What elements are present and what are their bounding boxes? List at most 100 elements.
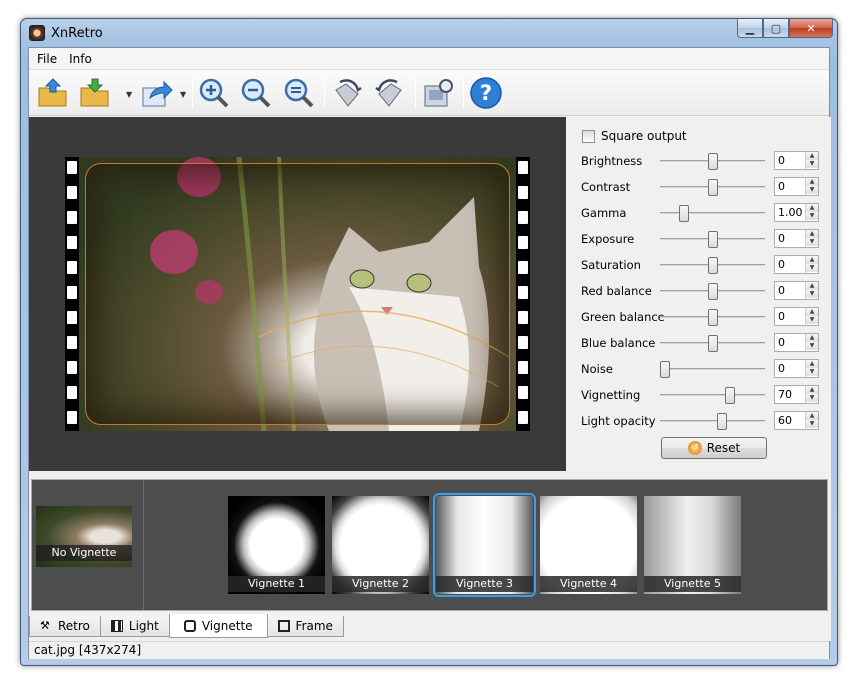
spin-down-icon[interactable]: ▼ bbox=[806, 342, 818, 350]
image-preview[interactable] bbox=[29, 117, 566, 471]
help-button[interactable]: ? bbox=[468, 75, 504, 111]
exposure-spinbox[interactable]: 0 ▲ ▼ bbox=[774, 229, 819, 248]
brightness-spinbox[interactable]: 0 ▲ ▼ bbox=[774, 151, 819, 170]
vignette-thumbnail[interactable]: Vignette 1 bbox=[228, 496, 325, 594]
green-balance-spinbox[interactable]: 0 ▲ ▼ bbox=[774, 307, 819, 326]
current-effect-area: No Vignette bbox=[32, 480, 144, 610]
close-button[interactable]: ✕ bbox=[789, 19, 833, 38]
rotate-left-button[interactable] bbox=[372, 75, 408, 111]
spin-down-icon[interactable]: ▼ bbox=[806, 160, 818, 168]
film-sprocket-hole bbox=[518, 286, 528, 299]
preview-image bbox=[79, 157, 516, 431]
share-button[interactable] bbox=[139, 75, 175, 111]
vignette-thumbnail[interactable]: Vignette 5 bbox=[644, 496, 741, 594]
reset-button[interactable]: ↺ Reset bbox=[661, 437, 767, 459]
red-balance-spinbox[interactable]: 0 ▲ ▼ bbox=[774, 281, 819, 300]
noise-spinbox[interactable]: 0 ▲ ▼ bbox=[774, 359, 819, 378]
spin-up-icon[interactable]: ▲ bbox=[806, 412, 818, 420]
noise-label: Noise bbox=[581, 362, 613, 376]
film-sprocket-hole bbox=[518, 411, 528, 424]
spin-up-icon[interactable]: ▲ bbox=[806, 204, 818, 212]
spin-up-icon[interactable]: ▲ bbox=[806, 386, 818, 394]
spin-down-icon[interactable]: ▼ bbox=[806, 264, 818, 272]
gamma-label: Gamma bbox=[581, 206, 627, 220]
share-dropdown-icon[interactable]: ▼ bbox=[180, 90, 188, 99]
save-dropdown-icon[interactable]: ▼ bbox=[126, 90, 134, 99]
contrast-slider-thumb[interactable] bbox=[708, 179, 718, 196]
maximize-button[interactable]: ▢ bbox=[763, 19, 789, 38]
spin-up-icon[interactable]: ▲ bbox=[806, 282, 818, 290]
film-sprocket-hole bbox=[67, 186, 77, 199]
effect-tabs: ⚒ Retro Light Vignette Frame bbox=[29, 614, 344, 638]
close-icon: ✕ bbox=[806, 21, 816, 35]
square-output-option[interactable]: Square output bbox=[582, 129, 687, 143]
noise-slider-thumb[interactable] bbox=[660, 361, 670, 378]
spin-up-icon[interactable]: ▲ bbox=[806, 230, 818, 238]
vignette-thumbnail[interactable]: Vignette 4 bbox=[540, 496, 637, 594]
film-sprocket-hole bbox=[67, 236, 77, 249]
exposure-slider-thumb[interactable] bbox=[708, 231, 718, 248]
zoom-fit-button[interactable] bbox=[281, 75, 317, 111]
saturation-spinbox[interactable]: 0 ▲ ▼ bbox=[774, 255, 819, 274]
spin-down-icon[interactable]: ▼ bbox=[806, 394, 818, 402]
spin-up-icon[interactable]: ▲ bbox=[806, 334, 818, 342]
light-opacity-slider-track[interactable] bbox=[660, 420, 765, 422]
spin-up-icon[interactable]: ▲ bbox=[806, 308, 818, 316]
spin-arrows: ▲ ▼ bbox=[805, 386, 818, 403]
film-sprocket-hole bbox=[518, 161, 528, 174]
brightness-slider-thumb[interactable] bbox=[708, 153, 718, 170]
gamma-spinbox[interactable]: 1.00 ▲ ▼ bbox=[774, 203, 819, 222]
square-output-checkbox[interactable] bbox=[582, 129, 595, 143]
contrast-spinbox[interactable]: 0 ▲ ▼ bbox=[774, 177, 819, 196]
tab-retro[interactable]: ⚒ Retro bbox=[29, 616, 101, 637]
menu-file[interactable]: File bbox=[31, 52, 63, 66]
tab-vignette[interactable]: Vignette bbox=[168, 614, 268, 638]
zoom-out-button[interactable] bbox=[238, 75, 274, 111]
vignetting-slider-track[interactable] bbox=[660, 394, 765, 396]
vignetting-spinbox[interactable]: 70 ▲ ▼ bbox=[774, 385, 819, 404]
tab-frame[interactable]: Frame bbox=[266, 616, 344, 637]
film-sprocket-hole bbox=[67, 211, 77, 224]
vignette-label: Vignette 4 bbox=[540, 576, 637, 592]
effect-gallery: No Vignette Vignette 1 Vignette 2 Vignette… bbox=[29, 471, 831, 641]
spin-down-icon[interactable]: ▼ bbox=[806, 238, 818, 246]
spin-up-icon[interactable]: ▲ bbox=[806, 360, 818, 368]
green-balance-slider-thumb[interactable] bbox=[708, 309, 718, 326]
vignette-thumbnail[interactable]: Vignette 3 bbox=[433, 493, 536, 597]
tab-light[interactable]: Light bbox=[99, 616, 170, 637]
zoom-in-button[interactable] bbox=[196, 75, 232, 111]
red-balance-slider-thumb[interactable] bbox=[708, 283, 718, 300]
settings-button[interactable] bbox=[420, 75, 456, 111]
blue-balance-slider-thumb[interactable] bbox=[708, 335, 718, 352]
title-bar[interactable]: XnRetro ▁ ▢ ✕ bbox=[21, 19, 837, 47]
spin-up-icon[interactable]: ▲ bbox=[806, 178, 818, 186]
menu-info[interactable]: Info bbox=[63, 52, 98, 66]
gamma-slider-track[interactable] bbox=[660, 212, 765, 214]
spin-down-icon[interactable]: ▼ bbox=[806, 368, 818, 376]
vignette-thumbnail[interactable]: Vignette 2 bbox=[332, 496, 429, 594]
spin-up-icon[interactable]: ▲ bbox=[806, 152, 818, 160]
film-sprocket-hole bbox=[518, 236, 528, 249]
spin-down-icon[interactable]: ▼ bbox=[806, 186, 818, 194]
current-effect-thumbnail[interactable]: No Vignette bbox=[36, 506, 132, 567]
spin-down-icon[interactable]: ▼ bbox=[806, 316, 818, 324]
gamma-slider-thumb[interactable] bbox=[679, 205, 689, 222]
open-button[interactable] bbox=[35, 75, 71, 111]
rotate-right-button[interactable] bbox=[329, 75, 365, 111]
film-sprocket-hole bbox=[67, 161, 77, 174]
current-effect-label: No Vignette bbox=[36, 545, 132, 561]
light-opacity-slider-thumb[interactable] bbox=[717, 413, 727, 430]
saturation-slider-thumb[interactable] bbox=[708, 257, 718, 274]
save-button[interactable] bbox=[77, 75, 113, 111]
spin-down-icon[interactable]: ▼ bbox=[806, 290, 818, 298]
spin-down-icon[interactable]: ▼ bbox=[806, 212, 818, 220]
spin-down-icon[interactable]: ▼ bbox=[806, 420, 818, 428]
light-opacity-spinbox[interactable]: 60 ▲ ▼ bbox=[774, 411, 819, 430]
red-balance-value: 0 bbox=[778, 284, 785, 297]
spin-up-icon[interactable]: ▲ bbox=[806, 256, 818, 264]
blue-balance-spinbox[interactable]: 0 ▲ ▼ bbox=[774, 333, 819, 352]
minimize-button[interactable]: ▁ bbox=[737, 19, 763, 38]
noise-slider-track[interactable] bbox=[660, 368, 765, 370]
toolbar-separator bbox=[192, 78, 193, 108]
vignetting-slider-thumb[interactable] bbox=[725, 387, 735, 404]
